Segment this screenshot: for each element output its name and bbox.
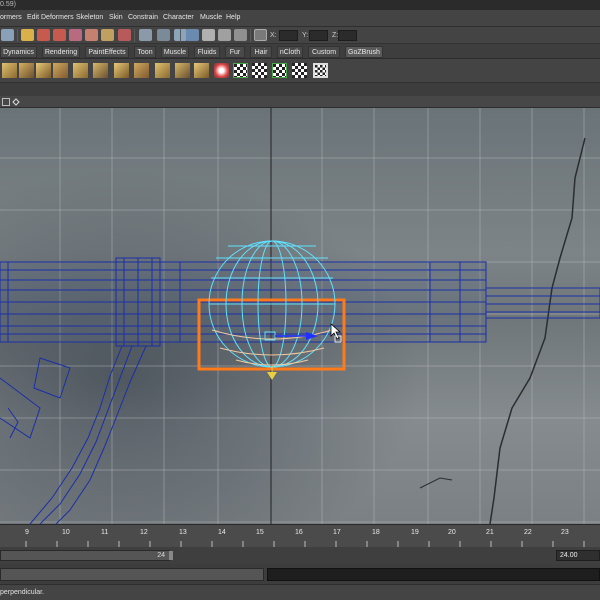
insert-edge-loop-icon[interactable] (155, 63, 170, 78)
range-slider-handle[interactable] (169, 551, 173, 560)
x-field-label: X: (270, 32, 277, 39)
tab-hair[interactable]: Hair (250, 46, 272, 58)
menu-character[interactable]: Character (163, 14, 194, 21)
output-ops-icon[interactable] (118, 29, 131, 41)
menu-skeleton[interactable]: Skeleton (76, 14, 103, 21)
tab-dynamics[interactable]: Dynamics (0, 46, 37, 58)
window-title: 0.59) (0, 1, 16, 8)
range-slider: 24 24.00 (0, 547, 600, 564)
tab-rendering[interactable]: Rendering (42, 46, 80, 58)
panel-toolbar (0, 96, 600, 108)
tool-options-bar (0, 83, 600, 96)
menu-edit-deformers[interactable]: Edit Deformers (27, 14, 74, 21)
x-field[interactable] (279, 30, 298, 41)
shelf-icons (0, 59, 600, 83)
tab-ncloth[interactable]: nCloth (277, 46, 303, 58)
uv-checker-icon[interactable] (292, 63, 307, 78)
panel-layout-icon[interactable] (2, 98, 10, 106)
menu-skin[interactable]: Skin (109, 14, 123, 21)
smooth-icon[interactable] (214, 63, 229, 78)
time-tick-label: 10 (62, 529, 70, 536)
help-line: perpendicular. (0, 584, 600, 600)
status-separator (134, 29, 135, 42)
menu-constrain[interactable]: Constrain (128, 14, 158, 21)
time-tick-label: 11 (101, 529, 109, 536)
z-field[interactable] (338, 30, 357, 41)
uv-checker-icon[interactable] (272, 63, 287, 78)
input-ops-icon[interactable] (101, 29, 114, 41)
snap-together-icon[interactable] (12, 98, 20, 106)
time-tick-label: 17 (333, 529, 341, 536)
uv-checker-icon[interactable] (252, 63, 267, 78)
status-separator (250, 29, 251, 42)
snap-grid-icon[interactable] (1, 29, 14, 41)
tab-fur[interactable]: Fur (225, 46, 245, 58)
time-tick-label: 20 (448, 529, 456, 536)
time-tick-label: 14 (218, 529, 226, 536)
tab-gozbrush[interactable]: GoZBrush (345, 46, 383, 58)
y-field-label: Y: (302, 32, 309, 39)
main-menu-bar: ormers Edit Deformers Skeleton Skin Cons… (0, 10, 600, 27)
snap-live-icon[interactable] (69, 29, 82, 41)
merge-vertices-icon[interactable] (175, 63, 190, 78)
ipr-render-icon[interactable] (157, 29, 170, 41)
time-tick-label: 12 (140, 529, 148, 536)
status-line: X: Y: Z: (0, 27, 600, 44)
menu-deformers[interactable]: ormers (0, 14, 22, 21)
poke-face-icon[interactable] (194, 63, 209, 78)
tab-fluids[interactable]: Fluids (194, 46, 220, 58)
tab-custom[interactable]: Custom (308, 46, 340, 58)
y-field[interactable] (309, 30, 328, 41)
batch-render-icon[interactable] (234, 29, 247, 41)
time-tick-label: 21 (486, 529, 494, 536)
viewport-canvas[interactable] (0, 108, 600, 524)
time-tick-label: 9 (25, 529, 29, 536)
status-separator (17, 29, 18, 42)
time-tick-label: 22 (524, 529, 532, 536)
bridge-icon[interactable] (53, 63, 68, 78)
split-polygon-icon[interactable] (134, 63, 149, 78)
help-line-text: perpendicular. (0, 589, 44, 596)
absolute-transform-icon[interactable] (254, 29, 267, 41)
menu-muscle[interactable]: Muscle (200, 14, 222, 21)
history-icon[interactable] (85, 29, 98, 41)
render-frame-icon[interactable] (139, 29, 152, 41)
shelf-tab-bar: Dynamics Rendering PaintEffects Toon Mus… (0, 44, 600, 59)
tab-muscle[interactable]: Muscle (161, 46, 189, 58)
wedge-icon[interactable] (93, 63, 108, 78)
tab-toon[interactable]: Toon (134, 46, 156, 58)
polygon-cube-icon[interactable] (19, 63, 34, 78)
extrude-icon[interactable] (36, 63, 51, 78)
command-input[interactable] (0, 568, 264, 581)
uv-texture-editor-icon[interactable] (313, 63, 328, 78)
snap-view-plane-icon[interactable] (53, 29, 66, 41)
status-separator (180, 29, 181, 42)
range-slider-bar[interactable]: 24 (0, 550, 173, 561)
cut-faces-icon[interactable] (114, 63, 129, 78)
mirror-icon[interactable] (233, 63, 248, 78)
tab-painteffects[interactable]: PaintEffects (85, 46, 129, 58)
bevel-icon[interactable] (73, 63, 88, 78)
snap-point-icon[interactable] (37, 29, 50, 41)
perspective-viewport[interactable] (0, 108, 600, 524)
camera-icon[interactable] (202, 29, 215, 41)
time-tick-label: 15 (256, 529, 264, 536)
time-tick-label: 19 (411, 529, 419, 536)
menu-help[interactable]: Help (226, 14, 240, 21)
command-line (0, 564, 600, 584)
time-tick-label: 13 (179, 529, 187, 536)
time-tick-label: 23 (561, 529, 569, 536)
time-slider[interactable]: 9 10 11 12 13 14 15 16 17 18 19 20 21 22… (0, 524, 600, 548)
time-tick-label: 18 (372, 529, 380, 536)
title-bar: 0.59) (0, 0, 600, 10)
render-view-icon[interactable] (218, 29, 231, 41)
end-time-field[interactable]: 24.00 (556, 550, 600, 561)
command-result (267, 568, 600, 581)
hypershade-icon[interactable] (186, 29, 199, 41)
range-end-label: 24 (157, 552, 165, 559)
snap-curve-icon[interactable] (21, 29, 34, 41)
polygon-plane-icon[interactable] (2, 63, 17, 78)
time-tick-label: 16 (295, 529, 303, 536)
